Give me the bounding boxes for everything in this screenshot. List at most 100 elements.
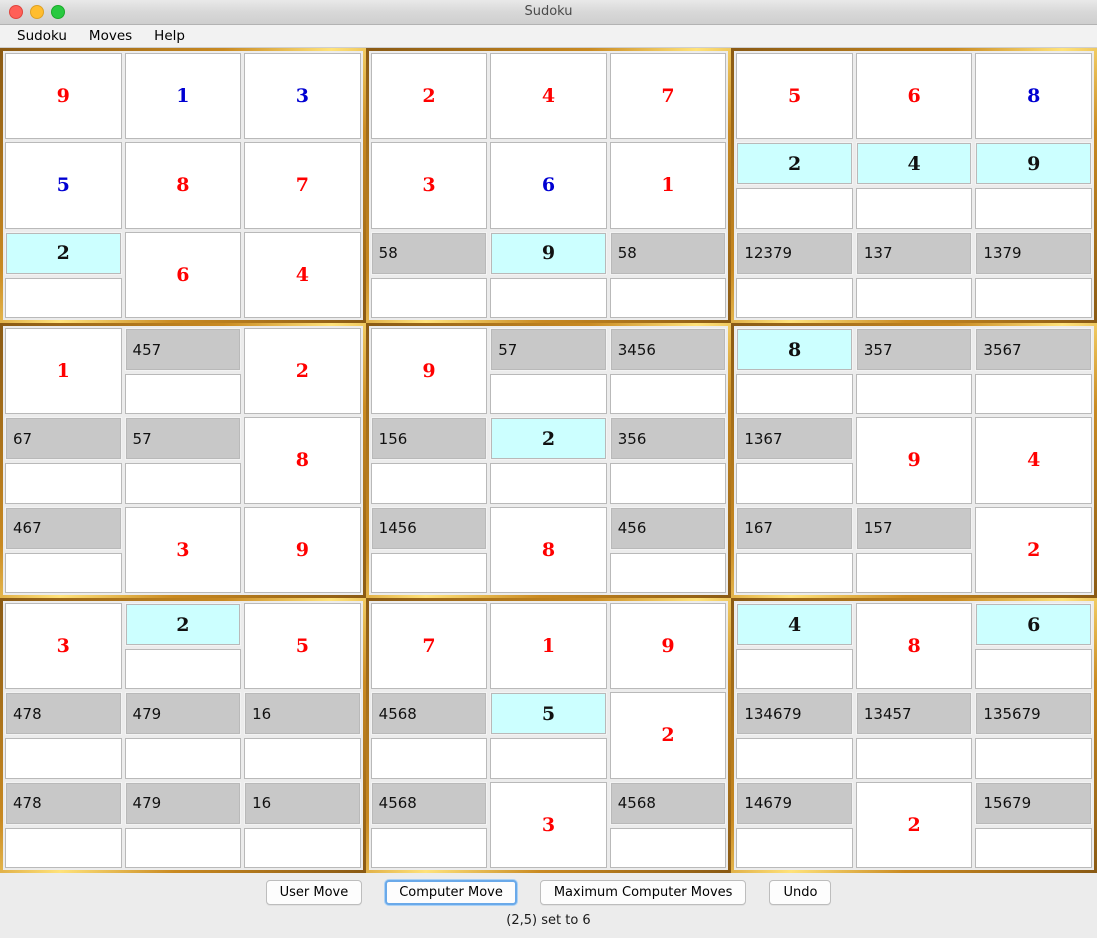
cell-entry-box[interactable]	[975, 827, 1092, 868]
sudoku-cell[interactable]: 8	[244, 417, 361, 504]
sudoku-cell[interactable]: 8	[855, 603, 973, 690]
sudoku-cell[interactable]: 3	[490, 781, 607, 868]
sudoku-cell[interactable]: 357	[855, 328, 973, 415]
sudoku-cell[interactable]: 5	[244, 603, 361, 690]
cell-entry-box[interactable]	[124, 649, 242, 690]
cell-entry-box[interactable]	[975, 649, 1092, 690]
sudoku-cell[interactable]: 356	[609, 417, 727, 504]
cell-entry-box[interactable]	[975, 277, 1092, 318]
sudoku-cell[interactable]: 135679	[975, 692, 1092, 779]
cell-entry-box[interactable]	[609, 277, 727, 318]
cell-entry-box[interactable]	[5, 827, 122, 868]
sudoku-cell[interactable]: 1	[124, 53, 242, 140]
sudoku-cell[interactable]: 457	[124, 328, 242, 415]
sudoku-cell[interactable]: 9	[5, 53, 122, 140]
sudoku-cell[interactable]: 12379	[736, 231, 853, 318]
sudoku-cell[interactable]: 1367	[736, 417, 853, 504]
cell-entry-box[interactable]	[736, 374, 853, 415]
cell-entry-box[interactable]	[975, 374, 1092, 415]
sudoku-cell[interactable]: 58	[609, 231, 727, 318]
cell-entry-box[interactable]	[490, 277, 607, 318]
sudoku-cell[interactable]: 6	[490, 142, 607, 229]
cell-entry-box[interactable]	[609, 552, 727, 593]
sudoku-cell[interactable]: 134679	[736, 692, 853, 779]
sudoku-cell[interactable]: 57	[490, 328, 607, 415]
sudoku-cell[interactable]: 16	[244, 692, 361, 779]
minimize-window-icon[interactable]	[30, 5, 44, 19]
sudoku-cell[interactable]: 1	[609, 142, 727, 229]
cell-entry-box[interactable]	[370, 552, 488, 593]
sudoku-cell[interactable]: 7	[609, 53, 727, 140]
sudoku-cell[interactable]: 4568	[370, 692, 488, 779]
cell-entry-box[interactable]	[5, 552, 122, 593]
cell-entry-box[interactable]	[370, 277, 488, 318]
cell-entry-box[interactable]	[124, 374, 242, 415]
sudoku-cell[interactable]: 5	[490, 692, 607, 779]
cell-entry-box[interactable]	[736, 827, 853, 868]
sudoku-cell[interactable]: 2	[609, 692, 727, 779]
menu-item-moves[interactable]: Moves	[78, 26, 143, 46]
maximum-computer-moves-button[interactable]: Maximum Computer Moves	[539, 880, 747, 905]
cell-entry-box[interactable]	[855, 277, 973, 318]
sudoku-cell[interactable]: 1	[490, 603, 607, 690]
cell-entry-box[interactable]	[609, 374, 727, 415]
sudoku-cell[interactable]: 9	[855, 417, 973, 504]
sudoku-cell[interactable]: 8	[124, 142, 242, 229]
sudoku-cell[interactable]: 58	[370, 231, 488, 318]
sudoku-cell[interactable]: 14679	[736, 781, 853, 868]
sudoku-cell[interactable]: 3	[5, 603, 122, 690]
sudoku-cell[interactable]: 5	[736, 53, 853, 140]
sudoku-cell[interactable]: 6	[855, 53, 973, 140]
cell-entry-box[interactable]	[609, 463, 727, 504]
sudoku-cell[interactable]: 2	[855, 781, 973, 868]
cell-entry-box[interactable]	[490, 463, 607, 504]
cell-entry-box[interactable]	[736, 188, 853, 229]
sudoku-cell[interactable]: 479	[124, 781, 242, 868]
cell-entry-box[interactable]	[244, 738, 361, 779]
cell-entry-box[interactable]	[736, 649, 853, 690]
cell-entry-box[interactable]	[490, 738, 607, 779]
sudoku-cell[interactable]: 2	[370, 53, 488, 140]
sudoku-cell[interactable]: 8	[736, 328, 853, 415]
sudoku-cell[interactable]: 9	[370, 328, 488, 415]
cell-entry-box[interactable]	[124, 463, 242, 504]
sudoku-cell[interactable]: 8	[975, 53, 1092, 140]
sudoku-cell[interactable]: 1	[5, 328, 122, 415]
sudoku-cell[interactable]: 9	[244, 506, 361, 593]
sudoku-cell[interactable]: 13457	[855, 692, 973, 779]
cell-entry-box[interactable]	[5, 738, 122, 779]
computer-move-button[interactable]: Computer Move	[385, 880, 517, 905]
sudoku-cell[interactable]: 4	[736, 603, 853, 690]
sudoku-cell[interactable]: 67	[5, 417, 122, 504]
sudoku-cell[interactable]: 4	[975, 417, 1092, 504]
sudoku-cell[interactable]: 9	[609, 603, 727, 690]
sudoku-cell[interactable]: 4568	[609, 781, 727, 868]
sudoku-cell[interactable]: 478	[5, 781, 122, 868]
sudoku-cell[interactable]: 2	[490, 417, 607, 504]
cell-entry-box[interactable]	[855, 738, 973, 779]
sudoku-cell[interactable]: 57	[124, 417, 242, 504]
sudoku-cell[interactable]: 3	[370, 142, 488, 229]
cell-entry-box[interactable]	[5, 463, 122, 504]
cell-entry-box[interactable]	[370, 463, 488, 504]
cell-entry-box[interactable]	[370, 738, 488, 779]
sudoku-cell[interactable]: 3567	[975, 328, 1092, 415]
cell-entry-box[interactable]	[370, 827, 488, 868]
sudoku-cell[interactable]: 2	[5, 231, 122, 318]
sudoku-cell[interactable]: 3456	[609, 328, 727, 415]
sudoku-cell[interactable]: 157	[855, 506, 973, 593]
sudoku-cell[interactable]: 1456	[370, 506, 488, 593]
close-window-icon[interactable]	[9, 5, 23, 19]
cell-entry-box[interactable]	[855, 188, 973, 229]
sudoku-cell[interactable]: 2	[244, 328, 361, 415]
sudoku-cell[interactable]: 15679	[975, 781, 1092, 868]
sudoku-cell[interactable]: 137	[855, 231, 973, 318]
cell-entry-box[interactable]	[975, 188, 1092, 229]
sudoku-cell[interactable]: 2	[124, 603, 242, 690]
cell-entry-box[interactable]	[244, 827, 361, 868]
sudoku-cell[interactable]: 3	[124, 506, 242, 593]
sudoku-cell[interactable]: 4	[490, 53, 607, 140]
sudoku-cell[interactable]: 4	[855, 142, 973, 229]
sudoku-cell[interactable]: 456	[609, 506, 727, 593]
cell-entry-box[interactable]	[490, 374, 607, 415]
